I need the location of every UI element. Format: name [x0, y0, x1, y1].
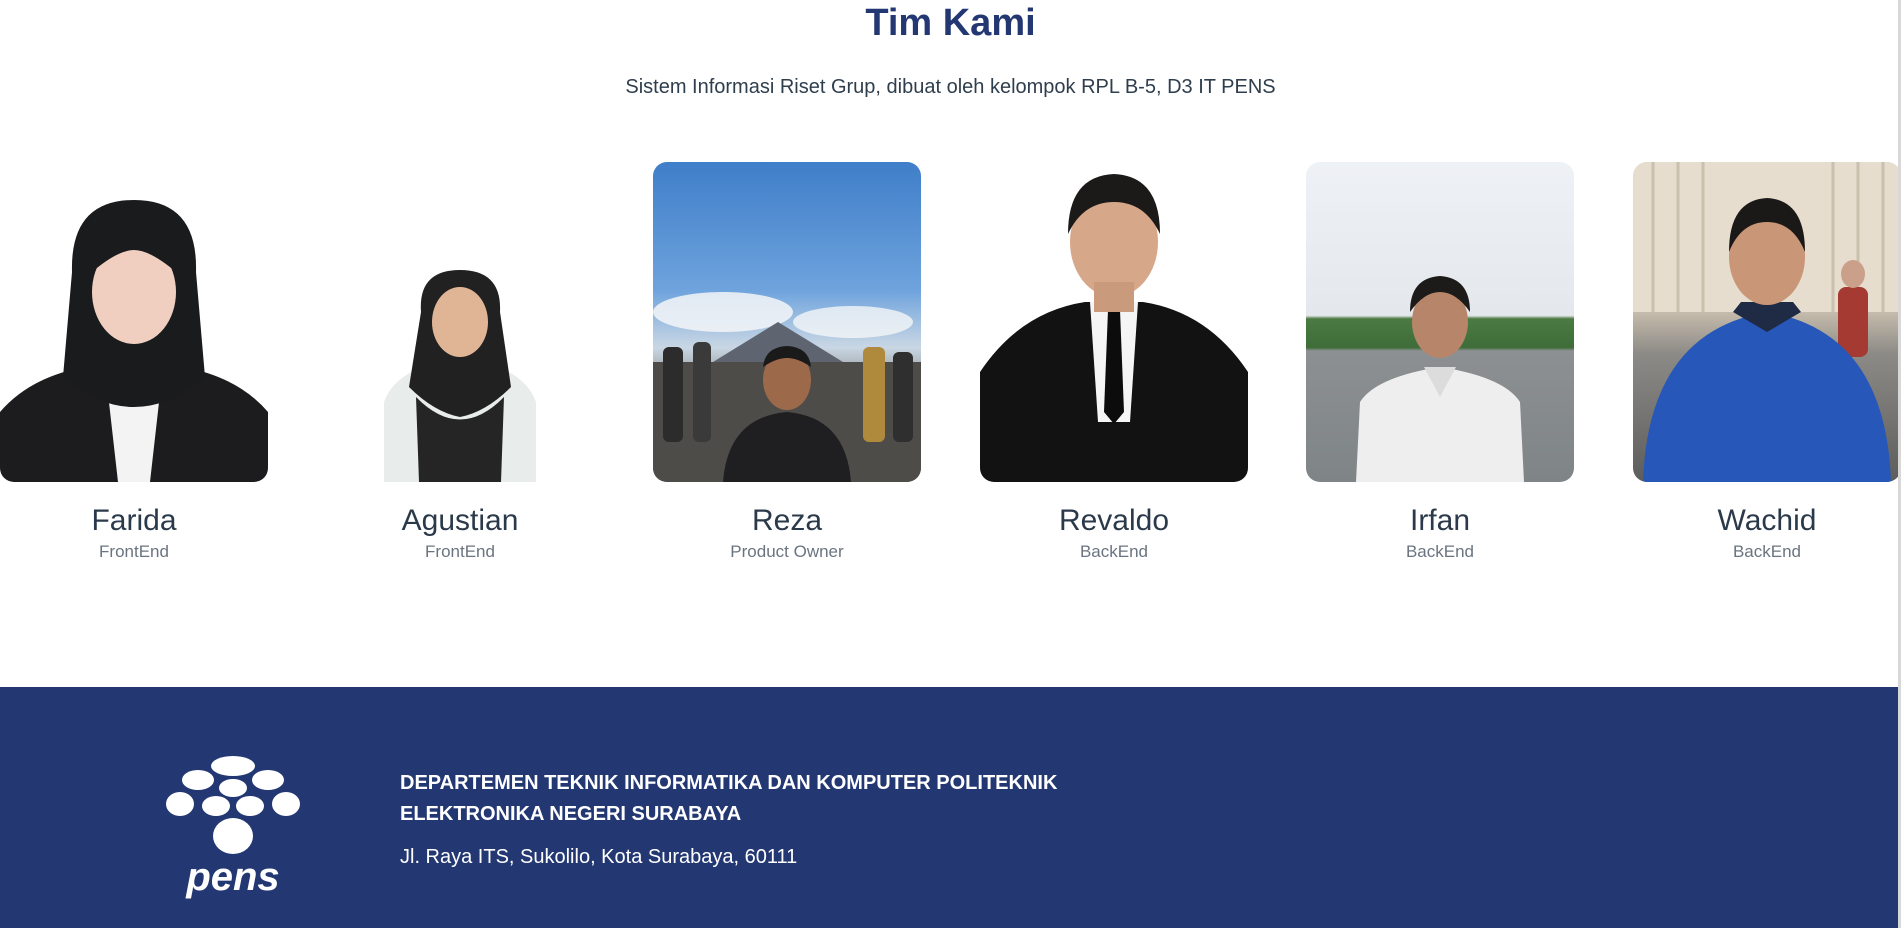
- member-role: BackEnd: [1405, 542, 1475, 561]
- svg-text:pens: pens: [185, 855, 279, 899]
- member-photo: [1306, 162, 1574, 482]
- member-name: Farida: [91, 504, 177, 537]
- team-title: Tim Kami: [865, 2, 1036, 44]
- footer-address: Jl. Raya ITS, Sukolilo, Kota Surabaya, 6…: [400, 846, 798, 868]
- team-member-card: Reza Product Owner: [653, 162, 921, 562]
- team-member-card: Wachid BackEnd: [1633, 162, 1901, 562]
- member-role: FrontEnd: [99, 542, 169, 561]
- member-photo: [1633, 162, 1901, 482]
- member-name: Agustian: [401, 504, 519, 537]
- team-member-card: Irfan BackEnd: [1306, 162, 1574, 562]
- team-member-card: Agustian FrontEnd: [326, 162, 594, 562]
- member-photo: [653, 162, 921, 482]
- member-name: Wachid: [1717, 504, 1817, 537]
- member-role: FrontEnd: [425, 542, 495, 561]
- member-photo: [980, 162, 1248, 482]
- member-role: BackEnd: [1732, 542, 1802, 561]
- team-subtitle: Sistem Informasi Riset Grup, dibuat oleh…: [625, 76, 1276, 98]
- pens-logo: pens: [158, 752, 308, 902]
- team-member-card: Revaldo BackEnd: [980, 162, 1248, 562]
- member-photo: [0, 162, 268, 482]
- team-section: Tim Kami Sistem Informasi Riset Grup, di…: [0, 0, 1901, 687]
- member-name: Reza: [751, 504, 823, 537]
- member-name: Revaldo: [1058, 504, 1170, 537]
- member-photo: [326, 162, 594, 482]
- member-name: Irfan: [1409, 504, 1471, 537]
- team-member-card: Farida FrontEnd: [0, 162, 268, 562]
- member-role: BackEnd: [1079, 542, 1149, 561]
- member-role: Product Owner: [730, 542, 844, 561]
- footer-institution-name: DEPARTEMEN TEKNIK INFORMATIKA DAN KOMPUT…: [400, 772, 1058, 825]
